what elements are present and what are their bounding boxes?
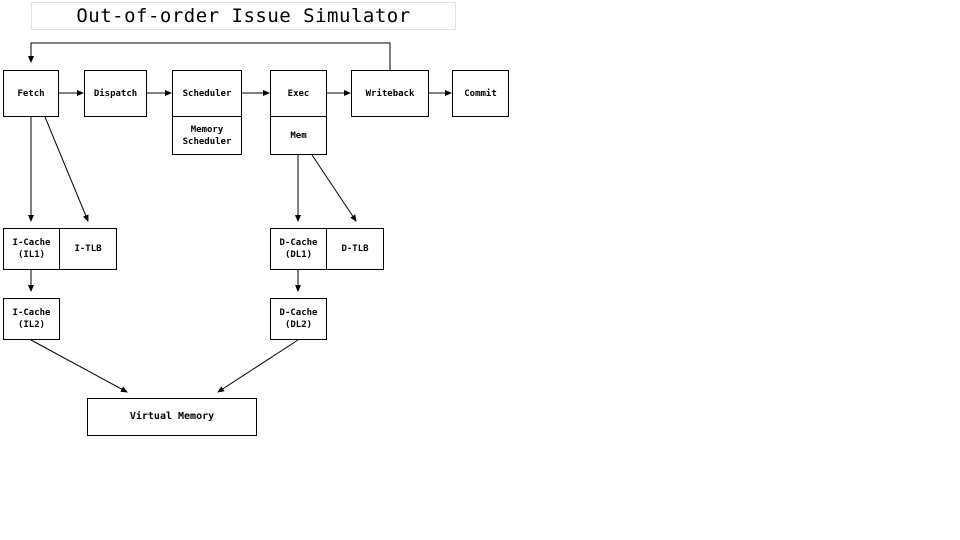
node-dcache-l2[interactable]: D-Cache (DL2) xyxy=(270,298,327,340)
node-memory-scheduler-label-line1: Memory xyxy=(190,124,224,135)
edge-mem-to-dtlb xyxy=(311,154,357,222)
diagram-title-box: Out-of-order Issue Simulator xyxy=(31,2,456,30)
node-dispatch[interactable]: Dispatch xyxy=(84,70,147,117)
node-dcache-l1-label-line2: (DL1) xyxy=(284,250,313,260)
node-writeback-label: Writeback xyxy=(365,88,415,99)
node-dcache-l1[interactable]: D-Cache (DL1) xyxy=(270,228,327,270)
edge-icache-l2-to-virtual-memory xyxy=(30,339,128,393)
node-virtual-memory-label: Virtual Memory xyxy=(129,411,215,422)
node-scheduler[interactable]: Scheduler xyxy=(172,70,242,117)
node-scheduler-group[interactable]: Scheduler Memory Scheduler xyxy=(172,70,242,155)
node-instruction-l1-group[interactable]: I-Cache (IL1) I-TLB xyxy=(3,228,117,270)
node-itlb[interactable]: I-TLB xyxy=(59,228,117,270)
node-memory-scheduler-label-line2: Scheduler xyxy=(182,136,232,147)
diagram-canvas: Out-of-order Issue Simulator Fetch Dispa… xyxy=(0,0,960,540)
node-dtlb[interactable]: D-TLB xyxy=(326,228,384,270)
node-exec-label: Exec xyxy=(287,88,310,99)
node-mem[interactable]: Mem xyxy=(270,116,327,155)
page-title: Out-of-order Issue Simulator xyxy=(76,5,411,27)
node-exec-group[interactable]: Exec Mem xyxy=(270,70,327,155)
node-dtlb-label: D-TLB xyxy=(341,244,369,254)
node-data-l1-group[interactable]: D-Cache (DL1) D-TLB xyxy=(270,228,384,270)
node-icache-l1-label-line2: (IL1) xyxy=(17,250,46,260)
node-icache-l2[interactable]: I-Cache (IL2) xyxy=(3,298,60,340)
node-mem-label: Mem xyxy=(290,130,307,141)
node-dcache-l2-label-line2: (DL2) xyxy=(284,320,313,330)
node-itlb-label: I-TLB xyxy=(74,244,102,254)
node-icache-l1-label-line1: I-Cache xyxy=(12,238,51,248)
node-commit[interactable]: Commit xyxy=(452,70,509,117)
edge-fetch-to-itlb xyxy=(44,116,89,222)
node-fetch-label: Fetch xyxy=(17,88,45,99)
node-dcache-l2-label-line1: D-Cache xyxy=(279,308,318,318)
node-exec[interactable]: Exec xyxy=(270,70,327,117)
edge-writeback-to-fetch-feedback xyxy=(28,42,391,70)
node-memory-scheduler[interactable]: Memory Scheduler xyxy=(172,116,242,155)
node-dispatch-label: Dispatch xyxy=(93,88,138,99)
node-commit-label: Commit xyxy=(464,88,497,99)
node-writeback[interactable]: Writeback xyxy=(351,70,429,117)
edge-dcache-l2-to-virtual-memory xyxy=(217,339,299,393)
node-virtual-memory[interactable]: Virtual Memory xyxy=(87,398,257,436)
node-icache-l2-label-line1: I-Cache xyxy=(12,308,51,318)
node-scheduler-label: Scheduler xyxy=(182,88,232,99)
node-icache-l2-label-line2: (IL2) xyxy=(17,320,46,330)
node-dcache-l1-label-line1: D-Cache xyxy=(279,238,318,248)
node-icache-l1[interactable]: I-Cache (IL1) xyxy=(3,228,60,270)
node-fetch[interactable]: Fetch xyxy=(3,70,59,117)
